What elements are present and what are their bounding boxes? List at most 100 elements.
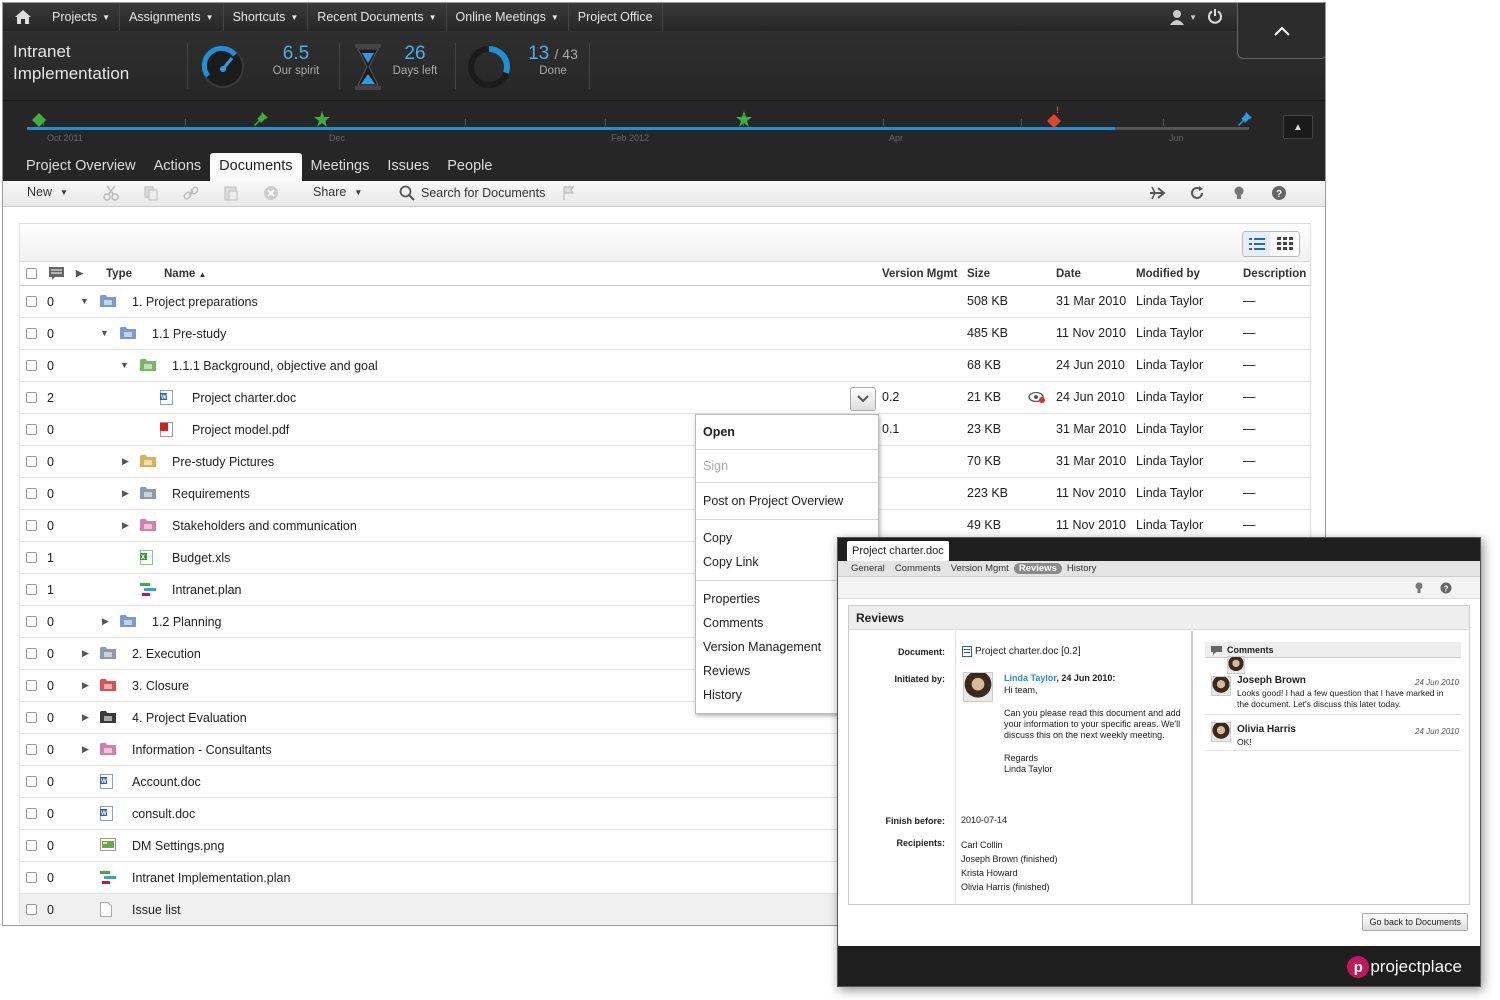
expand-arrow-icon[interactable]: ▶ — [82, 680, 89, 691]
row-checkbox[interactable] — [26, 712, 37, 723]
pin-icon[interactable] — [253, 111, 269, 127]
table-row[interactable]: 0 ▶ Pre-study Pictures 70 KB 31 Mar 2010 Lind… — [20, 446, 1310, 478]
collapse-arrow-icon[interactable]: ▼ — [120, 360, 129, 370]
comment-count[interactable]: 0 — [47, 455, 54, 469]
document-name[interactable]: 2. Execution — [132, 647, 201, 661]
delete-icon[interactable] — [263, 185, 279, 201]
document-name[interactable]: Account.doc — [132, 775, 201, 789]
table-row[interactable]: 0 Project model.pdf 0.1 23 KB 31 Mar 2010 Lin… — [20, 414, 1310, 446]
grid-view-icon[interactable] — [1271, 232, 1299, 256]
back-to-documents-button[interactable]: Go back to Documents — [1362, 913, 1468, 931]
document-name[interactable]: Requirements — [172, 487, 250, 501]
comment-count[interactable]: 0 — [47, 423, 54, 437]
document-name[interactable]: Intranet Implementation.plan — [132, 871, 290, 885]
tab-issues[interactable]: Issues — [378, 153, 438, 181]
subtab-history[interactable]: History — [1062, 563, 1102, 574]
document-name[interactable]: 1.1 Pre-study — [152, 327, 226, 341]
comment-count[interactable]: 0 — [47, 487, 54, 501]
subtab-comments[interactable]: Comments — [890, 563, 946, 574]
menu-item-open[interactable]: Open — [696, 415, 878, 449]
row-checkbox[interactable] — [26, 872, 37, 883]
tab-meetings[interactable]: Meetings — [302, 153, 379, 181]
row-checkbox[interactable] — [26, 360, 37, 371]
table-row[interactable]: 0 ▼ 1. Project preparations 508 KB 31 Mar 20… — [20, 286, 1310, 318]
column-header-date[interactable]: Date — [1056, 268, 1081, 280]
table-row[interactable]: 0 ▶ Requirements 223 KB 11 Nov 2010 Linda Tay… — [20, 478, 1310, 510]
row-checkbox[interactable] — [26, 648, 37, 659]
select-all-checkbox[interactable] — [26, 268, 37, 279]
document-name[interactable]: Project model.pdf — [192, 423, 289, 437]
column-header-type[interactable]: Type — [106, 268, 132, 280]
warning-milestone-icon[interactable]: ! — [1047, 105, 1063, 129]
expand-arrow-icon[interactable]: ▶ — [122, 456, 129, 467]
row-checkbox[interactable] — [26, 744, 37, 755]
expand-arrow-icon[interactable]: ▶ — [122, 520, 129, 531]
flag-icon[interactable] — [561, 185, 577, 201]
column-header-version[interactable]: Version Mgmt — [882, 268, 957, 280]
link-icon[interactable] — [183, 185, 199, 201]
modified-by-value[interactable]: Linda Taylor — [1136, 454, 1203, 468]
modified-by-value[interactable]: Linda Taylor — [1136, 486, 1203, 500]
row-actions-button[interactable] — [850, 387, 876, 411]
share-button[interactable]: Share ▼ — [313, 185, 362, 199]
comment-count[interactable]: 2 — [47, 391, 54, 405]
comment-count[interactable]: 0 — [47, 903, 54, 917]
star-icon[interactable] — [736, 111, 752, 127]
comment-count[interactable]: 0 — [47, 647, 54, 661]
send-icon[interactable] — [1149, 185, 1167, 201]
row-checkbox[interactable] — [26, 328, 37, 339]
collapse-arrow-icon[interactable]: ▼ — [80, 296, 89, 306]
collapse-header-button[interactable] — [1237, 3, 1325, 59]
subtab-version-mgmt[interactable]: Version Mgmt — [946, 563, 1014, 574]
list-view-icon[interactable] — [1243, 232, 1271, 256]
expand-arrow-icon[interactable]: ▶ — [82, 744, 89, 755]
collapse-arrow-icon[interactable]: ▼ — [100, 328, 109, 338]
expand-all-icon[interactable]: ▶ — [76, 268, 83, 279]
cut-icon[interactable] — [103, 185, 119, 201]
search-documents-button[interactable]: Search for Documents — [399, 185, 545, 201]
milestone-diamond-icon[interactable] — [32, 113, 46, 127]
lightbulb-icon[interactable] — [1231, 185, 1247, 201]
nav-item-recent-documents[interactable]: Recent Documents ▼ — [308, 3, 447, 31]
modified-by-value[interactable]: Linda Taylor — [1136, 326, 1203, 340]
row-checkbox[interactable] — [26, 808, 37, 819]
table-row[interactable]: 0 ▼ 1.1.1 Background, objective and goal 68… — [20, 350, 1310, 382]
modified-by-value[interactable]: Linda Taylor — [1136, 358, 1203, 372]
lightbulb-icon[interactable] — [1414, 582, 1424, 594]
nav-item-projects[interactable]: Projects ▼ — [43, 3, 121, 31]
modified-by-value[interactable]: Linda Taylor — [1136, 422, 1203, 436]
copy-icon[interactable] — [143, 185, 159, 201]
paste-icon[interactable] — [223, 185, 239, 201]
row-checkbox[interactable] — [26, 776, 37, 787]
comment-count[interactable]: 0 — [47, 871, 54, 885]
nav-item-online-meetings[interactable]: Online Meetings ▼ — [447, 3, 569, 31]
row-checkbox[interactable] — [26, 680, 37, 691]
document-name[interactable]: 3. Closure — [132, 679, 189, 693]
comment-count[interactable]: 0 — [47, 839, 54, 853]
column-header-name[interactable]: Name ▲ — [164, 268, 206, 280]
properties-title-tab[interactable]: Project charter.doc — [847, 541, 949, 561]
nav-item-shortcuts[interactable]: Shortcuts ▼ — [224, 3, 309, 31]
table-row[interactable]: 2 W Project charter.doc 0.2 21 KB 24 Jun 2010… — [20, 382, 1310, 414]
document-value[interactable]: Project charter.doc [0.2] — [975, 646, 1081, 658]
row-checkbox[interactable] — [26, 424, 37, 435]
tab-people[interactable]: People — [438, 153, 501, 181]
version-value[interactable]: 0.2 — [882, 390, 899, 404]
done-metric[interactable]: 13 / 43 Done — [465, 41, 585, 91]
new-button[interactable]: New ▼ — [27, 185, 68, 199]
star-icon[interactable] — [314, 111, 330, 127]
comment-count[interactable]: 0 — [47, 295, 54, 309]
initiator-name[interactable]: Linda Taylor — [1004, 673, 1056, 683]
refresh-icon[interactable] — [1189, 185, 1205, 201]
row-checkbox[interactable] — [26, 488, 37, 499]
column-header-modified-by[interactable]: Modified by — [1136, 268, 1200, 280]
row-checkbox[interactable] — [26, 392, 37, 403]
modified-by-value[interactable]: Linda Taylor — [1136, 390, 1203, 404]
user-menu[interactable]: ▼ — [1169, 9, 1197, 25]
row-checkbox[interactable] — [26, 520, 37, 531]
comment-count[interactable]: 0 — [47, 807, 54, 821]
column-header-description[interactable]: Description — [1243, 268, 1306, 280]
comment-count[interactable]: 0 — [47, 615, 54, 629]
document-name[interactable]: Project charter.doc — [192, 391, 296, 405]
pin-icon[interactable] — [1237, 111, 1253, 127]
